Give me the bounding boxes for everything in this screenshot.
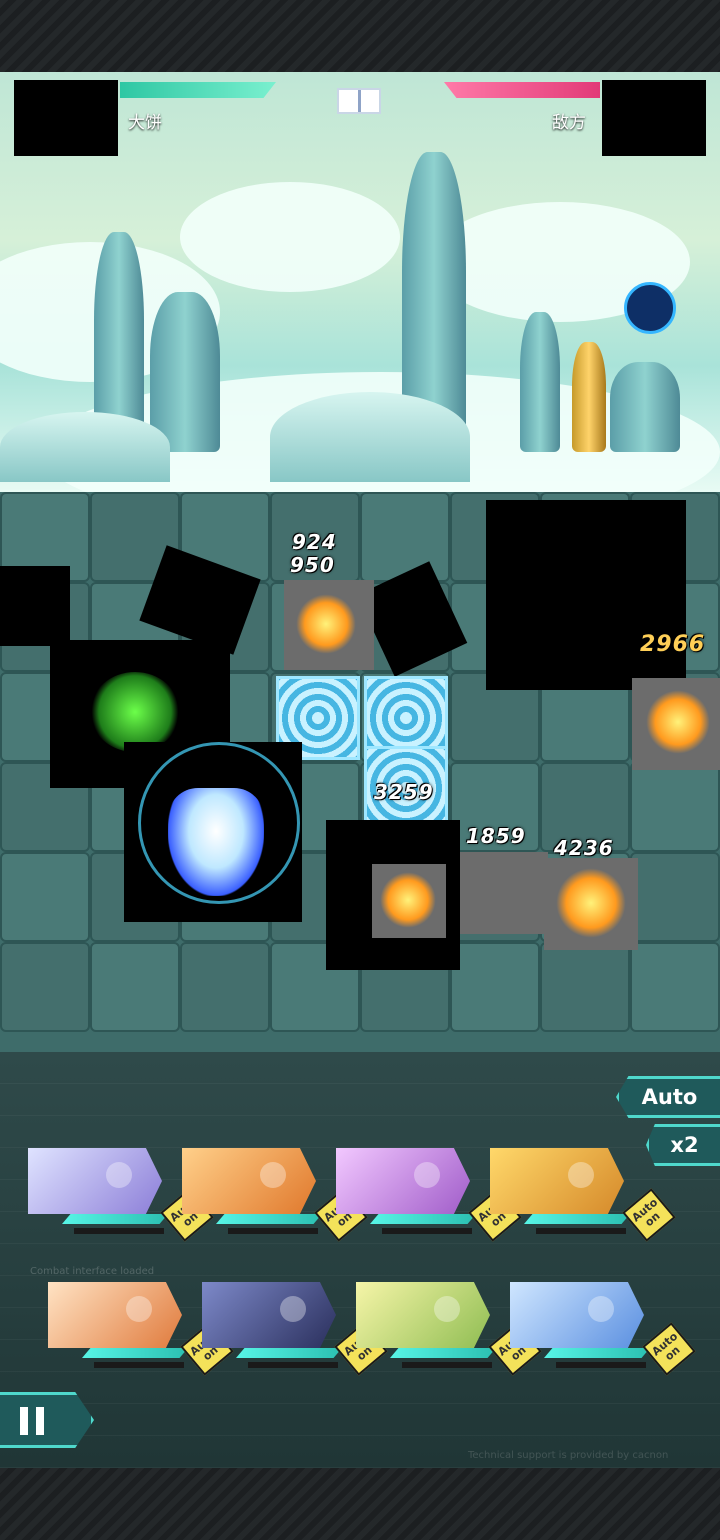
hero-portrait	[28, 1148, 162, 1214]
hero-hp-bar	[524, 1214, 630, 1224]
pause-icon	[20, 1407, 28, 1435]
hero-portrait	[356, 1282, 490, 1348]
damage-number: 3259	[374, 780, 434, 804]
footer-credit: Technical support is provided by cacnon	[468, 1450, 669, 1461]
hero-energy-bar	[536, 1228, 626, 1234]
hero-energy-bar	[74, 1228, 164, 1234]
hero-card[interactable]: Autoon	[336, 1148, 522, 1244]
pause-icon	[36, 1407, 44, 1435]
damage-number: 1859	[466, 824, 526, 848]
player-hp-bar	[120, 82, 276, 98]
hero-energy-bar	[556, 1362, 646, 1368]
round-indicator	[337, 88, 381, 114]
skill-effect	[0, 566, 70, 646]
hero-card[interactable]: Autoon	[490, 1148, 676, 1244]
hit-spark-icon	[380, 872, 436, 928]
damage-number: 924	[292, 530, 337, 554]
player-name: 大饼	[128, 113, 162, 133]
unit-sprite	[168, 788, 264, 896]
hero-card[interactable]: Autoon	[510, 1282, 696, 1378]
hero-card[interactable]: Autoon	[356, 1282, 542, 1378]
hero-hp-bar	[390, 1348, 496, 1358]
hero-card[interactable]: Autoon	[28, 1148, 214, 1244]
enemy-name: 敌方	[552, 113, 586, 133]
damage-number-critical: 2966	[640, 632, 706, 657]
hero-card[interactable]: Autoon	[48, 1282, 234, 1378]
hero-portrait	[202, 1282, 336, 1348]
pause-button[interactable]	[0, 1392, 94, 1448]
hit-spark-icon	[556, 868, 626, 938]
hero-hp-bar	[82, 1348, 188, 1358]
skill-effect	[460, 852, 548, 934]
bottom-frame	[0, 1468, 720, 1540]
hero-card[interactable]: Autoon	[182, 1148, 368, 1244]
hero-hp-bar	[62, 1214, 168, 1224]
hero-hp-bar	[236, 1348, 342, 1358]
hero-portrait	[336, 1148, 470, 1214]
hero-energy-bar	[382, 1228, 472, 1234]
hero-card[interactable]: Autoon	[202, 1282, 388, 1378]
top-frame	[0, 0, 720, 72]
combat-log-text: Combat interface loaded	[30, 1266, 155, 1277]
enemy-hp-bar	[444, 82, 600, 98]
speed-toggle-button[interactable]: x2	[646, 1124, 720, 1166]
pacman-sign-icon	[624, 282, 676, 334]
hero-energy-bar	[402, 1362, 492, 1368]
hero-energy-bar	[228, 1228, 318, 1234]
damage-number: 950	[290, 553, 335, 577]
hero-portrait	[48, 1282, 182, 1348]
hero-hp-bar	[216, 1214, 322, 1224]
hero-energy-bar	[248, 1362, 338, 1368]
damage-number: 4236	[554, 836, 614, 860]
auto-battle-button[interactable]: Auto	[616, 1076, 720, 1118]
hero-portrait	[182, 1148, 316, 1214]
hit-spark-icon	[646, 690, 710, 754]
skill-effect	[486, 500, 686, 690]
hero-portrait	[510, 1282, 644, 1348]
hero-portrait	[490, 1148, 624, 1214]
hero-energy-bar	[94, 1362, 184, 1368]
battle-hud: 大饼 敌方	[0, 72, 720, 162]
enemy-avatar	[602, 80, 706, 156]
poison-effect-icon	[90, 672, 180, 752]
hit-spark-icon	[296, 594, 356, 654]
player-avatar	[14, 80, 118, 156]
hero-hp-bar	[370, 1214, 476, 1224]
team-panel	[0, 1052, 720, 1468]
hero-hp-bar	[544, 1348, 650, 1358]
